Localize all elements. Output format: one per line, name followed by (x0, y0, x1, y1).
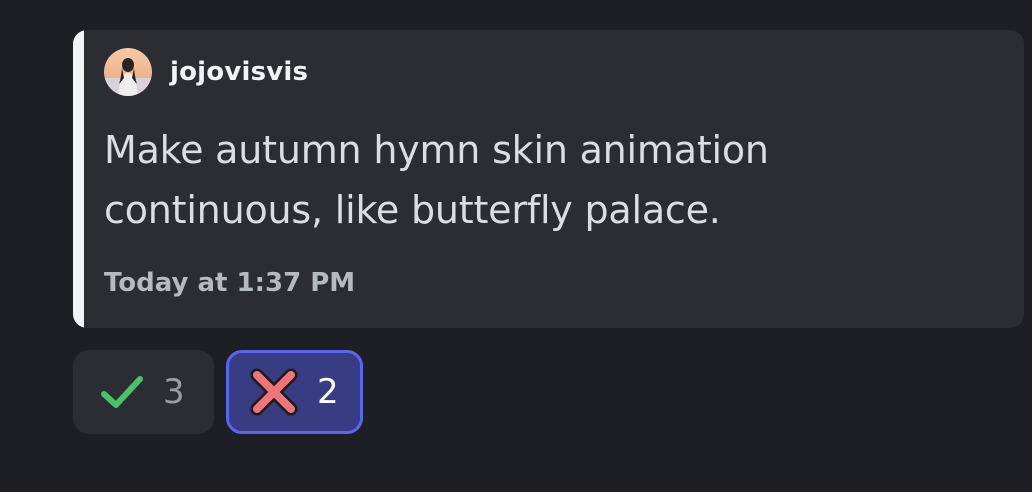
reaction-count: 2 (317, 372, 339, 412)
reaction-cross-button[interactable]: 2 (226, 350, 363, 434)
embed-description: Make autumn hymn skin animation continuo… (104, 128, 769, 232)
user-avatar-icon[interactable] (104, 48, 152, 96)
check-mark-icon (97, 367, 147, 417)
cross-mark-icon (249, 367, 299, 417)
reaction-count: 3 (163, 372, 185, 412)
author-name[interactable]: jojovisvis (170, 57, 308, 87)
embed-timestamp: Today at 1:37 PM (104, 268, 356, 298)
embed-accent-bar (73, 30, 84, 328)
reaction-check-button[interactable]: 3 (73, 350, 214, 434)
embed-author: jojovisvis (104, 47, 308, 97)
